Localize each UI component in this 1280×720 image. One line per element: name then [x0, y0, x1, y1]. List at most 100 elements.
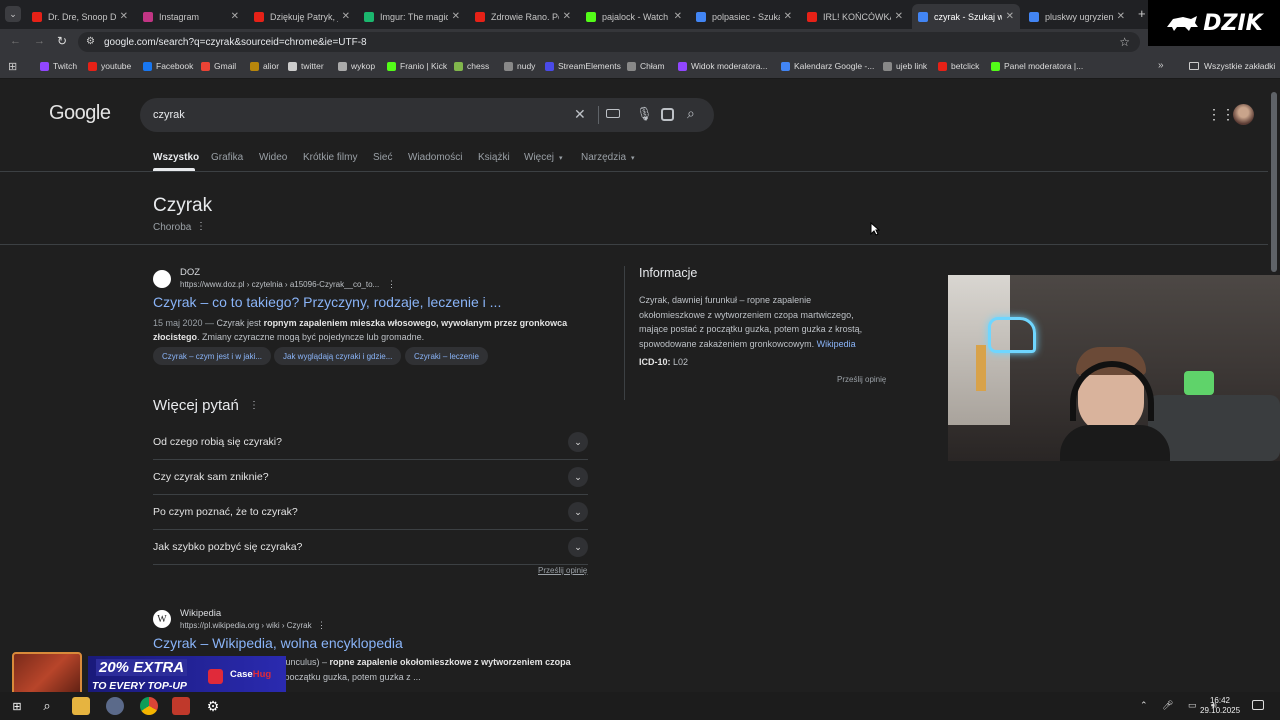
browser-tab[interactable]: Instagram ✕ — [137, 4, 245, 29]
search-box[interactable]: czyrak ✕ 🎙︎ ⌕ — [140, 98, 714, 132]
notifications-icon[interactable] — [1252, 700, 1264, 710]
info-feedback-link[interactable]: Prześlij opinię — [837, 375, 886, 384]
app-icon[interactable] — [172, 697, 190, 715]
info-source-link[interactable]: Wikipedia — [817, 339, 856, 349]
bookmark-item[interactable]: Kalendarz Google -... — [781, 61, 874, 71]
new-tab-button[interactable]: + — [1138, 6, 1146, 21]
paa-menu-icon[interactable]: ⋮ — [249, 400, 259, 411]
bookmark-item[interactable]: Widok moderatora... — [678, 61, 768, 71]
file-explorer-icon[interactable] — [72, 697, 90, 715]
search-type-tab[interactable]: Narzędzia ▾ — [581, 152, 635, 163]
bookmarks-overflow-icon[interactable]: » — [1158, 60, 1164, 71]
tab-close-icon[interactable]: ✕ — [231, 11, 239, 22]
lens-icon[interactable] — [661, 108, 674, 121]
scrollbar-thumb[interactable] — [1271, 92, 1277, 272]
bookmark-item[interactable]: chess — [454, 61, 489, 71]
tab-close-icon[interactable]: ✕ — [1006, 11, 1014, 22]
tab-search-button[interactable]: ⌄ — [5, 6, 21, 22]
search-type-tab[interactable]: Książki — [478, 152, 510, 163]
chrome-taskbar-icon[interactable] — [140, 697, 158, 715]
bookmark-item[interactable]: Chłam — [627, 61, 665, 71]
microphone-icon[interactable]: 🎙︎ — [636, 106, 653, 122]
chevron-down-icon[interactable]: ⌄ — [568, 432, 588, 452]
search-type-tab[interactable]: Wszystko — [153, 152, 199, 163]
bookmark-item[interactable]: betclick — [938, 61, 979, 71]
webcam-overlay — [948, 275, 1280, 461]
google-apps-icon[interactable]: ⋮⋮ — [1207, 106, 1235, 123]
app-icon[interactable] — [106, 697, 124, 715]
bookmark-item[interactable]: nudy — [504, 61, 535, 71]
apps-grid-icon[interactable]: ⊞ — [8, 60, 17, 73]
result1-chip[interactable]: Czyrak – czym jest i w jaki... — [153, 347, 272, 365]
paa-question[interactable]: Jak szybko pozbyć się czyraka? ⌄ — [153, 530, 588, 565]
search-type-tab[interactable]: Grafika — [211, 152, 243, 163]
chevron-down-icon[interactable]: ⌄ — [568, 502, 588, 522]
tab-close-icon[interactable]: ✕ — [342, 11, 350, 22]
result1-chip[interactable]: Jak wyglądają czyraki i gdzie... — [274, 347, 402, 365]
browser-tab[interactable]: pajalock - Watch ✕ — [580, 4, 688, 29]
search-type-tab[interactable]: Wiadomości — [408, 152, 462, 163]
browser-tab[interactable]: Dr. Dre, Snoop Do ✕ — [26, 4, 134, 29]
bookmark-item[interactable]: Facebook — [143, 61, 193, 71]
result1-title[interactable]: Czyrak – co to takiego? Przyczyny, rodza… — [153, 294, 501, 310]
all-bookmarks[interactable]: Wszystkie zakładki — [1189, 61, 1275, 71]
search-type-tab[interactable]: Sieć — [373, 152, 392, 163]
search-type-tab[interactable]: Wideo — [259, 152, 287, 163]
bookmark-item[interactable]: alior — [250, 61, 279, 71]
keyboard-icon[interactable] — [606, 109, 620, 118]
result1-menu-icon[interactable]: ⋮ — [387, 279, 396, 290]
browser-tab[interactable]: Imgur: The magic ✕ — [358, 4, 466, 29]
bookmark-item[interactable]: wykop — [338, 61, 375, 71]
result1-chip[interactable]: Czyraki – leczenie — [405, 347, 488, 365]
search-type-tab[interactable]: Krótkie filmy — [303, 152, 357, 163]
back-icon[interactable]: ← — [10, 35, 21, 47]
result2-title[interactable]: Czyrak – Wikipedia, wolna encyklopedia — [153, 635, 403, 651]
paa-feedback-link[interactable]: Prześlij opinię — [538, 566, 587, 575]
tab-close-icon[interactable]: ✕ — [784, 11, 792, 22]
browser-tab[interactable]: Dziękuję Patryk, je ✕ — [248, 4, 356, 29]
google-logo[interactable]: Google — [49, 102, 111, 125]
entity-menu-icon[interactable]: ⋮ — [196, 221, 206, 232]
browser-tab[interactable]: czyrak - Szukaj w ✕ — [912, 4, 1020, 29]
browser-tab[interactable]: Zdrowie Rano. Pó ✕ — [469, 4, 577, 29]
result2-menu-icon[interactable]: ⋮ — [317, 620, 326, 631]
bookmark-item[interactable]: StreamElements — [545, 61, 621, 71]
bookmark-item[interactable]: Gmail — [201, 61, 236, 71]
tab-close-icon[interactable]: ✕ — [895, 11, 903, 22]
browser-tab[interactable]: IRL! KOŃCÓWKA ✕ — [801, 4, 909, 29]
tab-close-icon[interactable]: ✕ — [1117, 11, 1125, 22]
bookmark-item[interactable]: Franio | Kick — [387, 61, 447, 71]
site-info-icon[interactable]: ⚙ — [86, 36, 95, 47]
bookmark-star-icon[interactable]: ☆ — [1119, 35, 1130, 49]
tab-close-icon[interactable]: ✕ — [120, 11, 128, 22]
tab-close-icon[interactable]: ✕ — [674, 11, 682, 22]
paa-question[interactable]: Po czym poznać, że to czyrak? ⌄ — [153, 495, 588, 530]
address-bar[interactable]: ⚙ google.com/search?q=czyrak&sourceid=ch… — [78, 32, 1140, 52]
clock[interactable]: 16:42 29.10.2025 — [1200, 696, 1240, 716]
paa-question[interactable]: Od czego robią się czyraki? ⌄ — [153, 425, 588, 460]
chevron-down-icon[interactable]: ⌄ — [568, 537, 588, 557]
bookmark-item[interactable]: twitter — [288, 61, 324, 71]
tab-favicon-icon — [475, 11, 485, 22]
browser-tab[interactable]: polpasiec - Szukaj ✕ — [690, 4, 798, 29]
forward-icon[interactable]: → — [34, 35, 45, 47]
search-icon[interactable]: ⌕ — [687, 105, 695, 122]
tab-close-icon[interactable]: ✕ — [452, 11, 460, 22]
bookmark-item[interactable]: Panel moderatora |... — [991, 61, 1083, 71]
search-taskbar-icon[interactable]: ⌕ — [38, 697, 56, 715]
paa-question[interactable]: Czy czyrak sam zniknie? ⌄ — [153, 460, 588, 495]
search-type-tab[interactable]: Więcej ▾ — [524, 152, 563, 163]
browser-tab[interactable]: pluskwy ugryzienie✕ — [1023, 4, 1131, 29]
bookmark-item[interactable]: youtube — [88, 61, 131, 71]
clear-icon[interactable]: ✕ — [574, 106, 586, 123]
tab-close-icon[interactable]: ✕ — [563, 11, 571, 22]
settings-taskbar-icon[interactable]: ⚙ — [204, 697, 222, 715]
chevron-down-icon[interactable]: ⌄ — [568, 467, 588, 487]
windows-start-icon[interactable]: ⊞ — [8, 697, 26, 715]
bookmark-item[interactable]: ujeb link — [883, 61, 927, 71]
result2-source: Wikipedia — [180, 608, 222, 619]
bookmark-item[interactable]: Twitch — [40, 61, 77, 71]
account-avatar[interactable] — [1233, 104, 1254, 125]
reload-icon[interactable]: ↻ — [57, 34, 67, 48]
info-panel-border — [624, 266, 625, 400]
